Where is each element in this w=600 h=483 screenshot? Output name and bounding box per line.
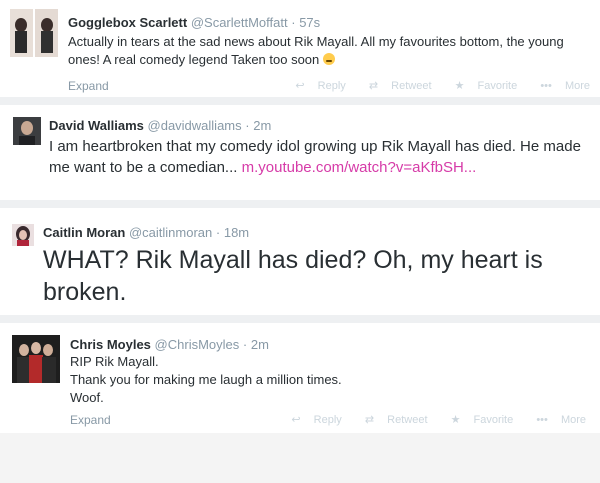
tweet-actions: ↩ Reply ⇄ Retweet ★ Favorite ••• More xyxy=(271,413,586,426)
favorite-button[interactable]: ★ Favorite xyxy=(445,80,518,92)
expand-link[interactable]: Expand xyxy=(68,79,109,93)
tweet-line: Woof. xyxy=(70,390,104,405)
tweet-actions: ↩ Reply ⇄ Retweet ★ Favorite ••• More xyxy=(275,79,590,92)
tweet-separator xyxy=(0,97,600,105)
tweet-header: Gogglebox Scarlett @ScarlettMoffatt · 57… xyxy=(68,16,320,29)
reply-button[interactable]: ↩ Reply xyxy=(285,80,345,92)
author-name[interactable]: Chris Moyles xyxy=(70,337,151,352)
author-name[interactable]: Gogglebox Scarlett xyxy=(68,15,187,30)
star-icon: ★ xyxy=(450,414,461,426)
separator-dot: · xyxy=(215,225,221,240)
tweet-walliams: David Walliams @davidwalliams · 2m I am … xyxy=(0,105,600,200)
reply-icon: ↩ xyxy=(291,414,301,426)
tweet-time[interactable]: 2m xyxy=(251,337,269,352)
author-handle[interactable]: @davidwalliams xyxy=(148,118,242,133)
star-icon: ★ xyxy=(454,80,465,92)
tweet-header: Caitlin Moran @caitlinmoran · 18m xyxy=(43,226,249,239)
tweet-header: David Walliams @davidwalliams · 2m xyxy=(49,119,271,132)
favorite-button[interactable]: ★ Favorite xyxy=(441,414,514,426)
retweet-icon: ⇄ xyxy=(368,80,379,92)
reply-button[interactable]: ↩ Reply xyxy=(281,414,341,426)
author-name[interactable]: David Walliams xyxy=(49,118,144,133)
tweet-line: RIP Rik Mayall. xyxy=(70,354,159,369)
separator-dot: · xyxy=(291,15,296,30)
author-handle[interactable]: @caitlinmoran xyxy=(129,225,212,240)
tweet-time[interactable]: 18m xyxy=(224,225,249,240)
separator-dot: · xyxy=(242,337,248,352)
retweet-button[interactable]: ⇄ Retweet xyxy=(355,414,428,426)
retweet-button[interactable]: ⇄ Retweet xyxy=(359,80,432,92)
tweet-moran: Caitlin Moran @caitlinmoran · 18m WHAT? … xyxy=(0,208,600,315)
tweet-time[interactable]: 57s xyxy=(299,15,320,30)
tweet-scarlett: Gogglebox Scarlett @ScarlettMoffatt · 57… xyxy=(0,0,600,97)
tweet-header: Chris Moyles @ChrisMoyles · 2m xyxy=(70,338,269,351)
author-name[interactable]: Caitlin Moran xyxy=(43,225,125,240)
crying-face-icon xyxy=(322,53,335,65)
avatar-walliams[interactable] xyxy=(13,117,41,145)
tweet-text: I am heartbroken that my comedy idol gro… xyxy=(49,138,581,176)
tweet-moyles: Chris Moyles @ChrisMoyles · 2m RIP Rik M… xyxy=(0,323,600,433)
more-icon: ••• xyxy=(536,414,548,426)
avatar-moran[interactable] xyxy=(12,224,34,246)
tweet-line: Thank you for making me laugh a million … xyxy=(70,372,342,387)
reply-icon: ↩ xyxy=(295,80,305,92)
author-handle[interactable]: @ScarlettMoffatt xyxy=(191,15,288,30)
youtube-link[interactable]: m.youtube.com/watch?v=aKfbSH... xyxy=(242,159,477,176)
author-handle[interactable]: @ChrisMoyles xyxy=(155,337,240,352)
tweet-text: Actually in tears at the sad news about … xyxy=(68,34,564,67)
avatar-moyles[interactable] xyxy=(12,335,60,383)
tweet-time[interactable]: 2m xyxy=(253,118,271,133)
tweet-separator xyxy=(0,315,600,323)
tweet-text: WHAT? Rik Mayall has died? Oh, my heart … xyxy=(43,246,543,306)
more-button[interactable]: ••• More xyxy=(530,80,590,92)
tweet-separator xyxy=(0,200,600,208)
more-button[interactable]: ••• More xyxy=(526,414,586,426)
avatar-scarlett[interactable] xyxy=(10,9,58,57)
tweet-text: RIP Rik Mayall. Thank you for making me … xyxy=(70,353,590,407)
separator-dot: · xyxy=(245,118,250,133)
retweet-icon: ⇄ xyxy=(364,414,375,426)
more-icon: ••• xyxy=(540,80,552,92)
expand-link[interactable]: Expand xyxy=(70,413,111,427)
